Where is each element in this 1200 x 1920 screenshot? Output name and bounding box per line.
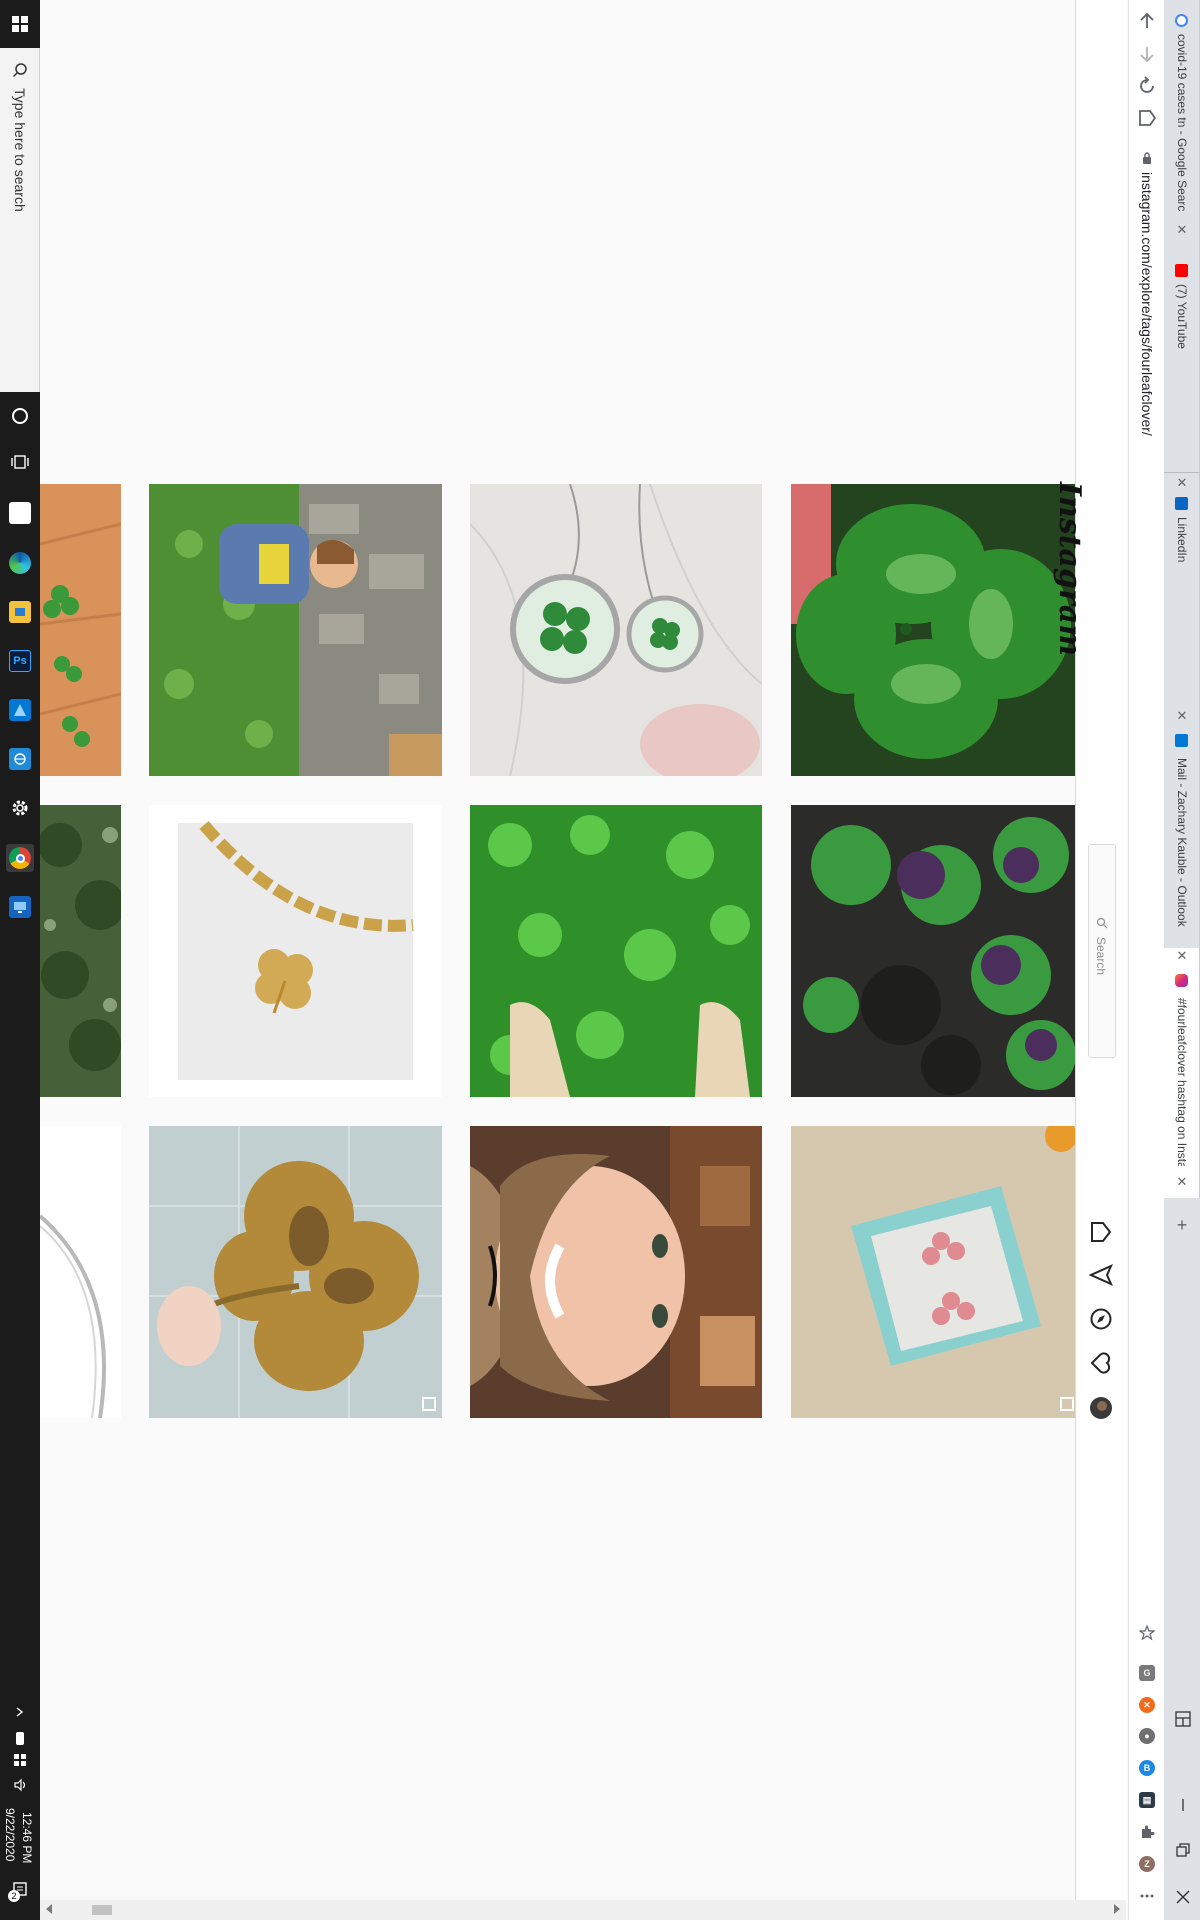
post-tile-clover-leaves-on-wood[interactable]	[40, 484, 121, 776]
extension-grey-icon[interactable]: ●	[1139, 1728, 1155, 1744]
extension-dark-icon[interactable]: ▤	[1139, 1792, 1155, 1808]
instagram-search-input[interactable]: Search	[1088, 844, 1116, 1058]
linkedin-icon	[1175, 497, 1188, 510]
close-icon[interactable]: ✕	[1174, 1174, 1190, 1190]
volume-icon[interactable]	[6, 1771, 34, 1799]
reload-button-icon[interactable]	[1136, 75, 1158, 97]
tab-separator	[1164, 472, 1200, 473]
remote-desktop-icon[interactable]	[6, 893, 34, 921]
edge-icon[interactable]	[6, 549, 34, 577]
extensions-puzzle-icon[interactable]	[1139, 1824, 1155, 1840]
tab-title: Mail - Zachary Kauble - Outlook	[1175, 758, 1189, 927]
google-icon	[1175, 14, 1188, 27]
tab-linkedin[interactable]: ✕ LinkedIn	[1164, 475, 1200, 708]
instagram-icon	[1175, 974, 1188, 987]
tab-search-icon[interactable]	[1174, 1710, 1192, 1728]
taskbar-search-placeholder: Type here to search	[12, 88, 28, 212]
task-view-icon[interactable]	[6, 448, 34, 476]
tab-youtube[interactable]: (7) YouTube	[1164, 250, 1200, 475]
post-tile-gold-clover-bracelet[interactable]	[149, 805, 442, 1097]
post-tile-gold-clover-sculpture[interactable]	[149, 1126, 442, 1418]
explore-icon[interactable]	[1089, 1307, 1113, 1331]
windows-taskbar: Type here to search Ps 12:46 PM 9/22/202…	[0, 0, 40, 1920]
horizontal-scrollbar[interactable]	[40, 1900, 1126, 1920]
lock-icon[interactable]	[1142, 152, 1152, 164]
scroll-left-arrow-icon[interactable]	[46, 1904, 52, 1914]
post-tile-clover-pendant-necklaces[interactable]	[470, 484, 762, 776]
home-icon[interactable]	[1089, 1220, 1113, 1244]
tab-title: (7) YouTube	[1175, 284, 1189, 349]
address-bar[interactable]: instagram.com/explore/tags/fourleafclove…	[1139, 172, 1155, 436]
instagram-search-placeholder: Search	[1094, 937, 1108, 976]
menu-kebab-icon[interactable]	[1139, 1888, 1155, 1904]
file-explorer-icon[interactable]	[6, 598, 34, 626]
extension-orange-icon[interactable]: ✕	[1139, 1697, 1155, 1713]
close-icon[interactable]: ✕	[1174, 475, 1190, 491]
network-app-icon[interactable]	[6, 745, 34, 773]
extension-blue-icon[interactable]: B	[1139, 1760, 1155, 1776]
close-icon[interactable]: ✕	[1174, 708, 1190, 724]
azure-icon[interactable]	[6, 696, 34, 724]
close-icon[interactable]: ✕	[1174, 222, 1190, 238]
new-tab-button[interactable]: +	[1174, 1216, 1190, 1234]
screen: Type here to search Ps 12:46 PM 9/22/202…	[0, 0, 1200, 1920]
post-tile-child-on-stone-wall[interactable]	[149, 484, 442, 776]
tab-title: LinkedIn	[1175, 517, 1189, 563]
tab-instagram[interactable]: ✕ #fourleafclover hashtag on Insta ✕	[1164, 948, 1200, 1198]
tab-title: #fourleafclover hashtag on Insta	[1175, 998, 1189, 1166]
settings-icon[interactable]	[6, 794, 34, 822]
search-icon	[12, 63, 27, 78]
network-icon[interactable]	[6, 1746, 34, 1774]
notification-center-icon[interactable]: 2	[6, 1876, 34, 1904]
back-button-icon[interactable]	[1136, 10, 1158, 32]
close-window-icon[interactable]	[1174, 1888, 1192, 1906]
direct-icon[interactable]	[1089, 1263, 1113, 1287]
tab-title: covid-19 cases tn - Google Searc	[1175, 34, 1189, 212]
search-icon	[1096, 917, 1108, 929]
cortana-icon[interactable]	[6, 402, 34, 430]
scrollbar-thumb[interactable]	[92, 1905, 112, 1915]
chrome-icon[interactable]	[6, 844, 34, 872]
profile-avatar[interactable]	[1089, 1396, 1113, 1420]
instagram-logo[interactable]: Instagram	[1052, 482, 1087, 656]
bookmark-star-icon[interactable]	[1139, 1625, 1155, 1641]
post-tile-tree-foliage[interactable]	[40, 805, 121, 1097]
microsoft-store-icon[interactable]	[6, 499, 34, 527]
activity-icon[interactable]	[1089, 1351, 1113, 1375]
tab-google-search[interactable]: covid-19 cases tn - Google Searc ✕	[1164, 0, 1200, 250]
notification-count-badge: 2	[8, 1890, 20, 1902]
photoshop-icon[interactable]: Ps	[6, 647, 34, 675]
taskbar-time[interactable]: 12:46 PM	[20, 1812, 34, 1863]
extension-g-icon[interactable]: G	[1139, 1665, 1155, 1681]
youtube-icon	[1175, 264, 1188, 277]
outlook-icon	[1175, 734, 1188, 747]
post-tile-smiling-woman-selfie[interactable]	[470, 1126, 762, 1418]
forward-button-icon[interactable]	[1136, 43, 1158, 65]
restore-icon[interactable]	[1174, 1842, 1192, 1860]
post-tile-dog-paws-in-clover[interactable]	[470, 805, 762, 1097]
windows-logo-icon	[12, 16, 28, 32]
post-tile-silver-chain-necklace[interactable]	[40, 1126, 121, 1418]
home-button-icon[interactable]	[1136, 107, 1158, 129]
chevron-up-icon[interactable]	[6, 1698, 34, 1726]
post-tile-clover-earrings-in-box[interactable]	[791, 1126, 1076, 1418]
scroll-right-arrow-icon[interactable]	[1114, 1904, 1120, 1914]
start-button[interactable]	[0, 0, 40, 48]
minimize-icon[interactable]	[1174, 1796, 1192, 1814]
taskbar-search-box[interactable]: Type here to search	[0, 48, 40, 392]
taskbar-date[interactable]: 9/22/2020	[3, 1808, 17, 1861]
post-tile-four-leaf-clover-closeup[interactable]	[791, 484, 1076, 776]
post-tile-purple-clover-plants[interactable]	[791, 805, 1076, 1097]
tab-outlook[interactable]: ✕ Mail - Zachary Kauble - Outlook	[1164, 708, 1200, 948]
close-icon[interactable]: ✕	[1174, 948, 1190, 964]
profile-avatar-button[interactable]: Z	[1139, 1856, 1155, 1872]
